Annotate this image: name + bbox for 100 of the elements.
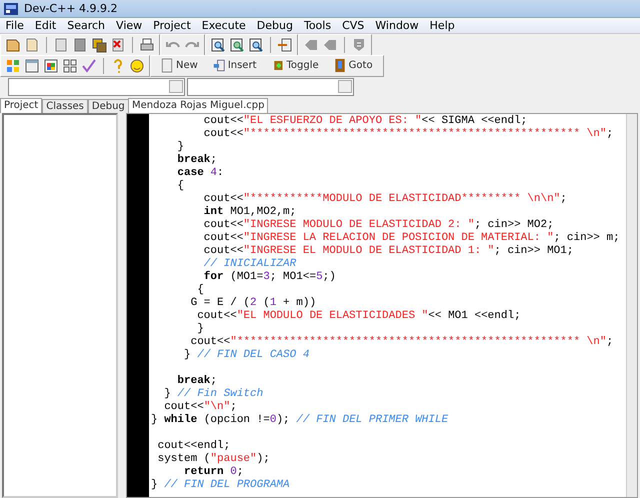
panel-tab[interactable]: Classes	[42, 99, 88, 113]
function-dropdown[interactable]	[187, 78, 354, 96]
bookmark-icon	[334, 58, 346, 73]
file-tab[interactable]: Mendoza Rojas Miguel.cpp	[128, 98, 268, 113]
code-text: + m))	[282, 297, 316, 309]
colored-window-icon[interactable]	[43, 58, 59, 74]
class-dropdown[interactable]	[8, 78, 185, 96]
toolbar-button[interactable]: Insert	[206, 56, 262, 74]
window-icon[interactable]	[24, 58, 40, 74]
code-comment: // Fin Switch	[177, 388, 264, 400]
grid-icon[interactable]	[5, 58, 21, 74]
string-literal: "EL MODULO DE ELASTICIDADES "	[236, 310, 428, 322]
number-literal: 0	[270, 414, 276, 426]
code-text: }	[196, 323, 204, 335]
panel-tab[interactable]: Project	[0, 98, 42, 113]
code-text: ;	[230, 401, 237, 413]
code-text: }	[151, 479, 159, 491]
code-text: system (	[156, 453, 210, 465]
code-text: {	[176, 180, 184, 192]
code-text: << SIGMA <<endl;	[422, 115, 528, 127]
string-literal: "EL ESFUERZO DE APOYO ES: "	[243, 115, 422, 127]
code-editor[interactable]	[126, 113, 638, 498]
code-text: }	[176, 141, 184, 153]
code-text: cout<<endl;	[156, 440, 230, 452]
check-icon[interactable]	[81, 58, 97, 74]
code-text: << MO1 <<endl;	[428, 310, 521, 322]
string-literal: "pause"	[210, 453, 257, 465]
window-title: Dev-C++ 4.9.9.2	[24, 2, 118, 15]
code-text: cout<<	[190, 336, 230, 348]
code-text: cout<<	[202, 219, 244, 231]
menu-item[interactable]: Edit	[29, 19, 62, 32]
bookmark-plus-icon	[272, 58, 284, 73]
number-literal: 5	[316, 271, 323, 283]
code-text: (opcion !=	[202, 414, 270, 426]
menu-item[interactable]: Help	[424, 19, 460, 32]
code-text: cout<<	[202, 115, 244, 127]
menu-item[interactable]: Window	[370, 19, 424, 32]
string-literal: "INGRESE LA RELACION DE POSICION DE MATERIAL: "	[243, 232, 554, 244]
open-file-icon[interactable]	[24, 36, 40, 52]
menu-item[interactable]: Execute	[196, 19, 252, 32]
code-text: ;	[210, 375, 218, 387]
code-comment: // FIN DEL CASO 4	[197, 349, 310, 361]
code-keyword: int	[202, 206, 224, 218]
code-text: ; cin>> MO2;	[474, 219, 554, 231]
menu-item[interactable]: Tools	[298, 19, 337, 32]
close-file-icon[interactable]	[110, 36, 126, 52]
menu-item[interactable]: Project	[148, 19, 196, 32]
menu-item[interactable]: View	[110, 19, 148, 32]
insert-icon	[212, 58, 225, 73]
code-comment: // FIN DEL PRIMER WHILE	[296, 414, 448, 426]
print-icon[interactable]	[139, 36, 155, 52]
string-literal: "**************************************************** \n"	[230, 336, 606, 348]
menu-item[interactable]: Debug	[251, 19, 298, 32]
menu-item[interactable]: Search	[62, 19, 111, 32]
toolbar-button[interactable]: Toggle	[266, 56, 325, 74]
string-literal: "***********MODULO DE ELASTICIDAD********* \n\n"	[243, 193, 560, 205]
code-text: (	[262, 297, 270, 309]
search-icon[interactable]	[210, 36, 226, 52]
code-text: ;	[606, 128, 614, 140]
code-text: {	[196, 284, 204, 296]
replace-icon[interactable]	[229, 36, 245, 52]
toolbar-button[interactable]: New	[155, 56, 204, 74]
code-keyword: case	[176, 167, 205, 179]
code-text: ;	[236, 466, 244, 478]
code-text: ; cin>> MO1;	[494, 245, 574, 257]
string-literal: "\n"	[204, 401, 230, 413]
string-literal: "************************************************** \n"	[243, 128, 606, 140]
code-comment: // INICIALIZAR	[202, 258, 296, 270]
number-literal: 4	[210, 167, 218, 179]
code-text: cout<<	[202, 128, 244, 140]
code-text: :	[217, 167, 224, 179]
number-literal: 0	[230, 466, 237, 478]
code-comment: // FIN DEL PROGRAMA	[164, 479, 290, 491]
panel-tab[interactable]: Debug	[88, 99, 129, 113]
shield-icon[interactable]	[351, 36, 367, 52]
code-text: cout<<	[196, 310, 237, 322]
code-keyword: while	[164, 414, 198, 426]
code-text: );	[256, 453, 270, 465]
save-icon[interactable]	[72, 36, 88, 52]
goto-line-icon[interactable]	[277, 36, 293, 52]
squares-icon[interactable]	[62, 58, 78, 74]
code-text: cout<<	[202, 245, 244, 257]
new-file-icon[interactable]	[53, 36, 69, 52]
find-next-icon[interactable]	[248, 36, 264, 52]
code-text: );	[276, 414, 291, 426]
save-all-icon[interactable]	[91, 36, 107, 52]
smiley-icon[interactable]	[129, 58, 145, 74]
vertical-scrollbar[interactable]	[626, 114, 637, 497]
toolbar-button[interactable]: Goto	[328, 56, 379, 74]
code-text: }	[163, 388, 172, 400]
menu-item[interactable]: File	[0, 19, 30, 32]
code-text: }	[183, 349, 192, 361]
code-text: (MO1=	[229, 271, 264, 283]
code-text: ;)	[322, 271, 336, 283]
open-project-icon[interactable]	[5, 36, 21, 52]
number-literal: 1	[270, 297, 276, 309]
code-text: ;	[606, 336, 614, 348]
code-keyword: break	[176, 375, 210, 387]
menu-item[interactable]: CVS	[336, 19, 370, 32]
code-text: cout<<	[163, 401, 204, 413]
